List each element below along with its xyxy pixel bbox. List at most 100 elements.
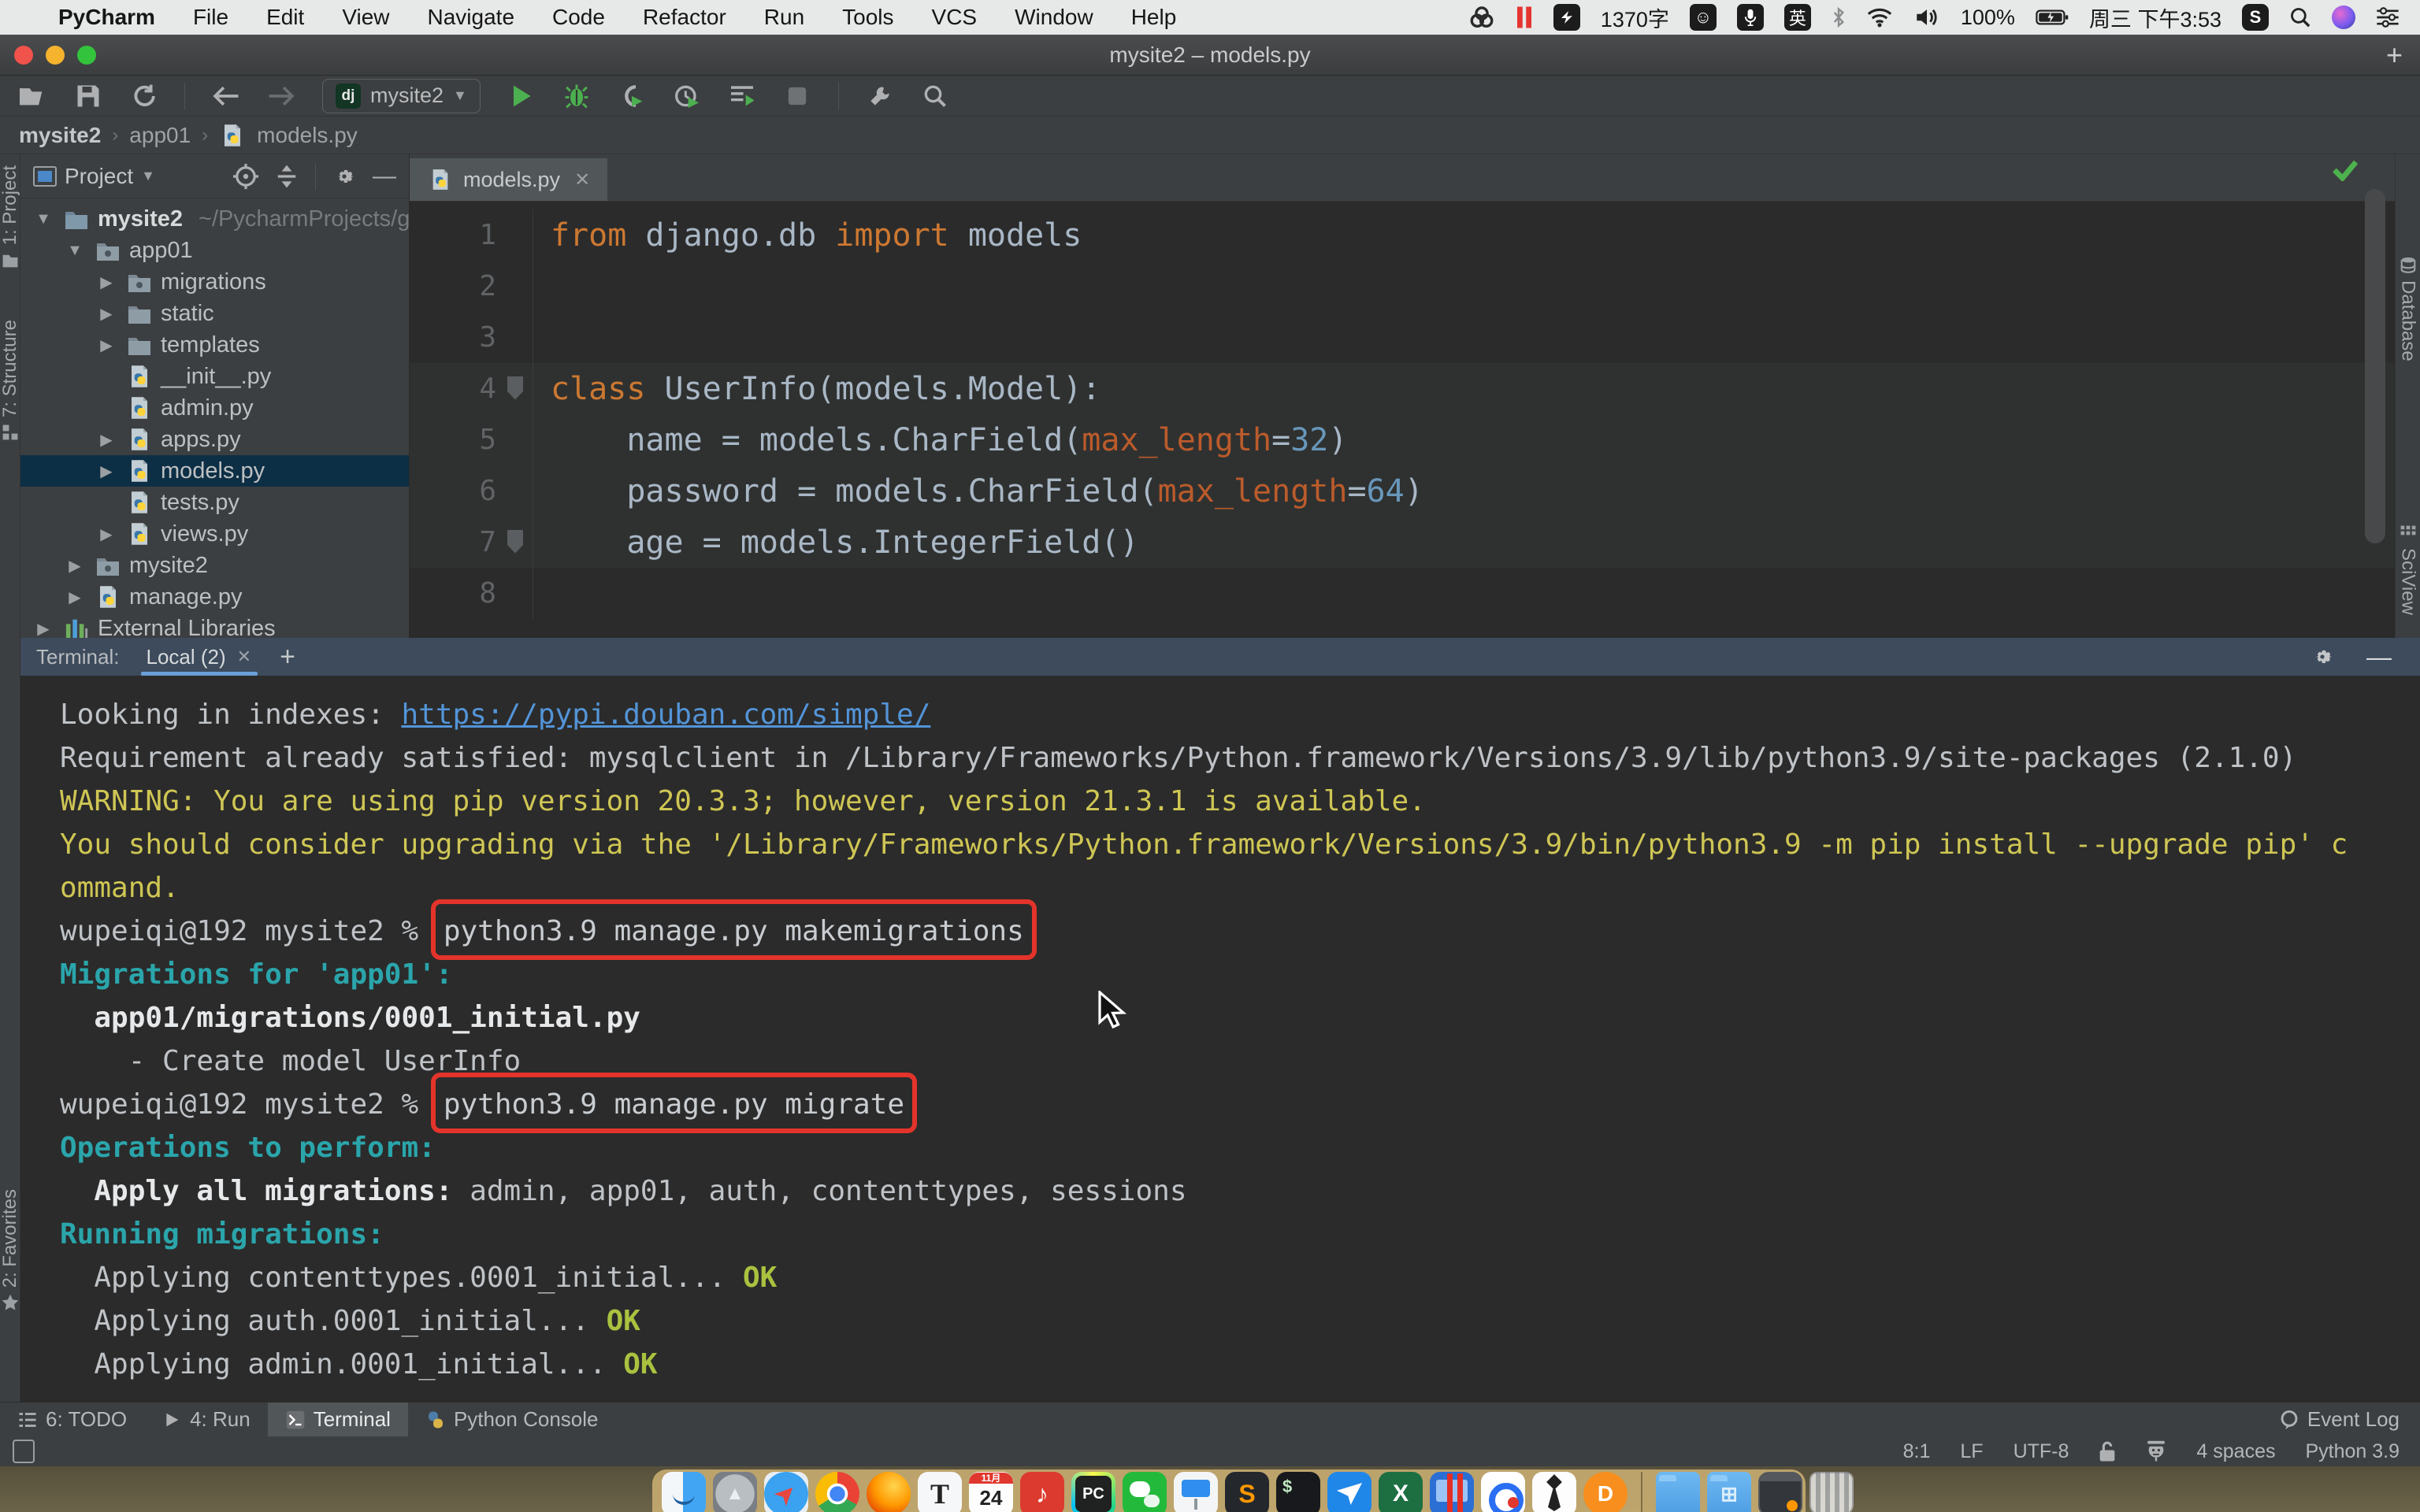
- python-interpreter[interactable]: Python 3.9: [2305, 1440, 2400, 1463]
- gear-icon[interactable]: [332, 164, 357, 189]
- tree-expand-icon[interactable]: ▶: [95, 430, 118, 450]
- breadcrumb-project[interactable]: mysite2: [19, 123, 101, 148]
- profiler-button[interactable]: [673, 82, 701, 110]
- dock-icon-sublime[interactable]: S: [1225, 1472, 1269, 1512]
- event-log-button[interactable]: Event Log: [2279, 1407, 2420, 1432]
- menu-refactor[interactable]: Refactor: [624, 5, 745, 30]
- code-line-8[interactable]: 8: [410, 568, 2395, 619]
- dock-icon-folder-docs[interactable]: [1656, 1472, 1700, 1512]
- menu-pycharm[interactable]: PyCharm: [39, 5, 174, 30]
- caret-position[interactable]: 8:1: [1903, 1440, 1931, 1463]
- forward-icon[interactable]: [267, 82, 295, 110]
- close-terminal-tab-icon[interactable]: ✕: [237, 647, 251, 667]
- code-line-6[interactable]: 6 password = models.CharField(max_length…: [410, 465, 2395, 517]
- siri-icon[interactable]: [2332, 4, 2355, 31]
- dock-icon-term-window[interactable]: [1758, 1472, 1802, 1512]
- toolwindow-terminal[interactable]: Terminal: [268, 1403, 408, 1436]
- input-language-icon[interactable]: 英: [1784, 4, 1811, 31]
- window-plus-icon[interactable]: +: [2386, 39, 2403, 72]
- code-line-3[interactable]: 3: [410, 312, 2395, 363]
- tree-item--init-py[interactable]: __init__.py: [20, 361, 409, 392]
- tree-expand-icon[interactable]: ▶: [95, 461, 118, 481]
- file-encoding[interactable]: UTF-8: [2014, 1440, 2069, 1463]
- recording-pause-icon[interactable]: [1516, 4, 1533, 31]
- line-separator[interactable]: LF: [1960, 1440, 1983, 1463]
- tree-item-migrations[interactable]: ▶migrations: [20, 266, 409, 298]
- bluetooth-icon[interactable]: [1832, 4, 1846, 31]
- inspector-hector-icon[interactable]: [2146, 1440, 2166, 1462]
- locate-file-icon[interactable]: [233, 164, 258, 189]
- tree-item-views-py[interactable]: ▶views.py: [20, 518, 409, 550]
- menu-run[interactable]: Run: [745, 5, 823, 30]
- terminal-output[interactable]: Looking in indexes: https://pypi.douban.…: [20, 676, 2420, 1402]
- terminal-tab-local[interactable]: Local (2) ✕: [146, 638, 258, 676]
- tree-item-admin-py[interactable]: admin.py: [20, 392, 409, 424]
- sidebar-tab-database[interactable]: Database: [2396, 257, 2420, 361]
- menu-help[interactable]: Help: [1112, 5, 1196, 30]
- dock-icon-dingtalk[interactable]: [1327, 1472, 1371, 1512]
- hide-panel-icon[interactable]: —: [373, 163, 396, 190]
- editor-scrollbar[interactable]: [2365, 189, 2385, 543]
- tree-expand-icon[interactable]: ▶: [95, 524, 118, 544]
- dock-icon-wechat[interactable]: [1123, 1472, 1167, 1512]
- menu-vcs[interactable]: VCS: [913, 5, 997, 30]
- menu-navigate[interactable]: Navigate: [409, 5, 534, 30]
- menu-tools[interactable]: Tools: [823, 5, 912, 30]
- run-configuration-selector[interactable]: dj mysite2 ▼: [322, 79, 481, 113]
- toolwindow-todo[interactable]: 6: TODO: [0, 1403, 144, 1436]
- editor-tab-models-py[interactable]: models.py ✕: [410, 158, 607, 201]
- volume-icon[interactable]: [1913, 4, 1940, 31]
- tree-expand-icon[interactable]: ▶: [95, 272, 118, 292]
- toolwindow-python-console[interactable]: Python Console: [408, 1403, 616, 1436]
- dock-icon-keynote[interactable]: [1174, 1472, 1218, 1512]
- code-line-1[interactable]: 1from django.db import models: [410, 209, 2395, 261]
- dock-icon-netdisk[interactable]: [1481, 1472, 1525, 1512]
- tree-expand-icon[interactable]: ▼: [63, 242, 87, 260]
- dock-icon-typora[interactable]: T: [918, 1472, 962, 1512]
- tree-expand-icon[interactable]: ▶: [32, 619, 55, 639]
- tree-item-mysite2[interactable]: ▶mysite2: [20, 550, 409, 581]
- dock-icon-calendar[interactable]: 11月24: [969, 1472, 1013, 1512]
- code-line-4[interactable]: 4class UserInfo(models.Model):: [410, 363, 2395, 414]
- tree-item-manage-py[interactable]: ▶manage.py: [20, 581, 409, 613]
- tree-expand-icon[interactable]: ▶: [95, 335, 118, 355]
- dock-icon-tv[interactable]: D: [1583, 1472, 1628, 1512]
- dock-icon-excel[interactable]: X: [1379, 1472, 1423, 1512]
- sogou-input-icon[interactable]: S: [2242, 4, 2269, 31]
- tree-item-app01[interactable]: ▼app01: [20, 235, 409, 266]
- fold-marker-icon[interactable]: [507, 376, 523, 400]
- spotlight-search-icon[interactable]: [2289, 4, 2311, 31]
- sidebar-tab-project[interactable]: 1: Project: [0, 165, 20, 269]
- tree-item-tests-py[interactable]: tests.py: [20, 487, 409, 518]
- tree-expand-icon[interactable]: ▶: [63, 556, 87, 576]
- code-line-5[interactable]: 5 name = models.CharField(max_length=32): [410, 414, 2395, 465]
- open-icon[interactable]: [19, 82, 47, 110]
- terminal-link[interactable]: https://pypi.douban.com/simple/: [401, 699, 930, 731]
- dock-icon-folder-win[interactable]: ⊞: [1707, 1472, 1751, 1512]
- minimize-terminal-icon[interactable]: —: [2366, 643, 2392, 672]
- word-count-status[interactable]: 1370字: [1601, 2, 1669, 33]
- menu-file[interactable]: File: [174, 5, 247, 30]
- terminal-gear-icon[interactable]: [2310, 644, 2335, 669]
- tree-expand-icon[interactable]: ▶: [63, 587, 87, 607]
- dock-icon-launchpad[interactable]: ▲: [713, 1472, 757, 1512]
- thunder-bird-icon[interactable]: [1553, 4, 1580, 31]
- dock-icon-trash[interactable]: [1809, 1472, 1854, 1512]
- dock-icon-finder[interactable]: [662, 1472, 706, 1512]
- save-icon[interactable]: [74, 82, 102, 110]
- run-with-parameters-icon[interactable]: [728, 82, 756, 110]
- battery-percentage[interactable]: 100%: [1961, 6, 2015, 30]
- close-tab-icon[interactable]: ✕: [574, 169, 590, 191]
- code-line-2[interactable]: 2: [410, 261, 2395, 312]
- tree-item-external-libraries[interactable]: ▶External Libraries: [20, 613, 409, 638]
- menu-code[interactable]: Code: [533, 5, 624, 30]
- new-terminal-icon[interactable]: +: [280, 642, 295, 673]
- dock-icon-netease-music[interactable]: ♪: [1020, 1472, 1064, 1512]
- stop-button[interactable]: [783, 82, 811, 110]
- dictation-mic-icon[interactable]: [1737, 4, 1764, 31]
- tree-item-models-py[interactable]: ▶models.py: [20, 455, 409, 487]
- code-line-7[interactable]: 7 age = models.IntegerField(): [410, 517, 2395, 568]
- sidebar-tab-favorites[interactable]: 2: Favorites: [0, 1189, 20, 1311]
- tree-item-templates[interactable]: ▶templates: [20, 329, 409, 361]
- code-editor[interactable]: 1from django.db import models234class Us…: [410, 202, 2395, 638]
